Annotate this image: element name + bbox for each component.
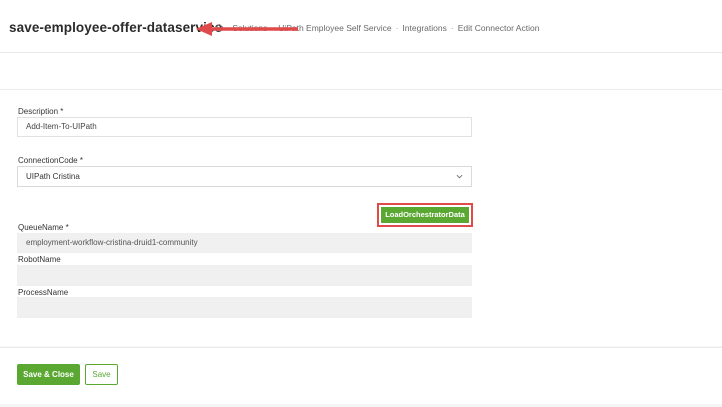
page-title: save-employee-offer-dataservice — [9, 20, 223, 35]
breadcrumb-separator: · — [450, 23, 454, 33]
process-name-label: ProcessName — [18, 288, 69, 297]
chevron-down-icon — [456, 174, 463, 179]
form-card: Description * Add-Item-To-UIPath Connect… — [0, 90, 722, 346]
breadcrumb-item-integrations[interactable]: Integrations — [402, 23, 446, 33]
connection-code-select[interactable]: UIPath Cristina — [17, 166, 472, 187]
connection-code-label: ConnectionCode * — [18, 156, 83, 165]
description-input[interactable]: Add-Item-To-UIPath — [17, 117, 472, 137]
toolbar-strip — [0, 53, 722, 90]
page-header: save-employee-offer-dataservice Solution… — [0, 0, 722, 53]
process-name-input[interactable] — [17, 297, 472, 318]
robot-name-label: RobotName — [18, 255, 61, 264]
connection-code-value: UIPath Cristina — [26, 172, 80, 181]
description-label: Description * — [18, 107, 64, 116]
breadcrumb-item-current: Edit Connector Action — [457, 23, 540, 33]
breadcrumb-separator: · — [395, 23, 399, 33]
robot-name-input[interactable] — [17, 265, 472, 286]
load-orchestrator-data-button[interactable]: LoadOrchestratorData — [381, 207, 469, 223]
save-and-close-button[interactable]: Save & Close — [17, 364, 80, 385]
annotation-arrow — [196, 22, 298, 36]
queue-name-input[interactable]: employment-workflow-cristina-druid1-comm… — [17, 233, 472, 253]
queue-name-label: QueueName * — [18, 223, 69, 232]
form-footer: Save & Close Save — [0, 347, 722, 404]
annotation-highlight-box: LoadOrchestratorData — [377, 203, 473, 227]
save-button[interactable]: Save — [85, 364, 118, 385]
